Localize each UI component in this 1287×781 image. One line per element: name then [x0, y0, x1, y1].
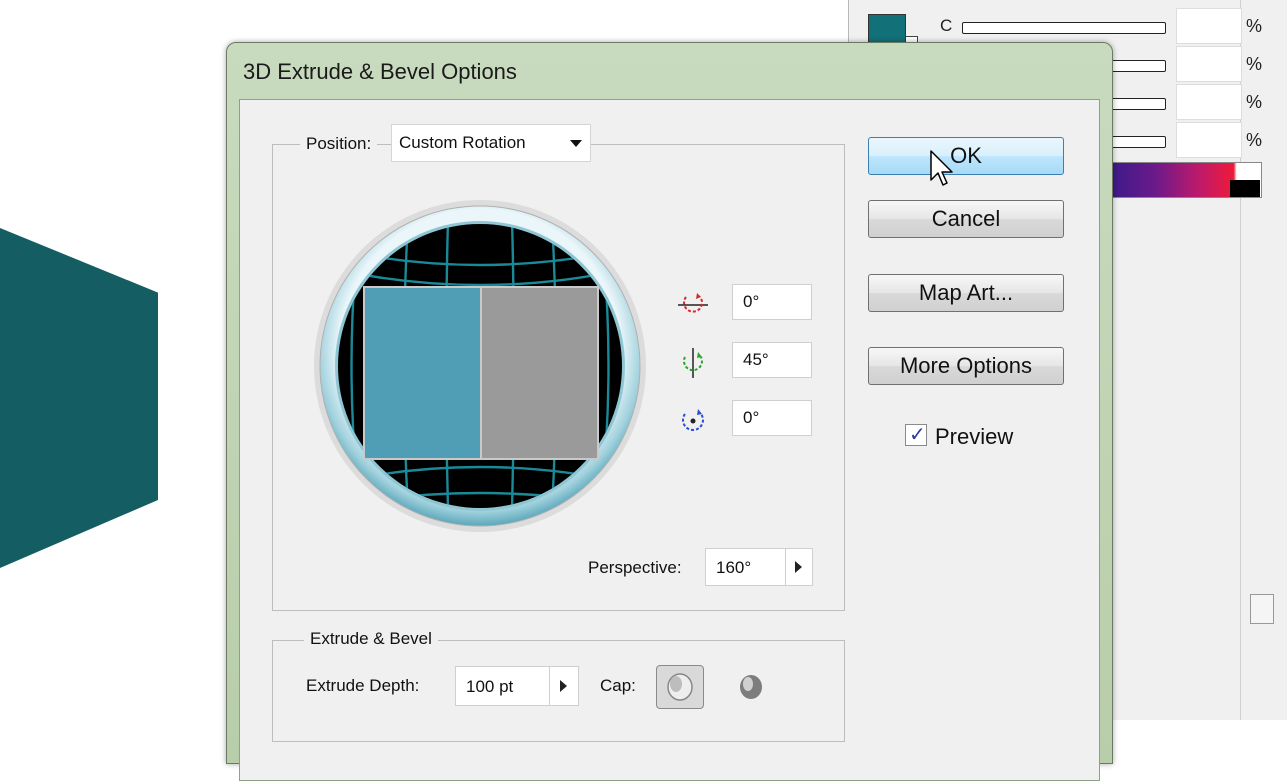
ok-button[interactable]: OK — [868, 137, 1064, 175]
perspective-label: Perspective: — [588, 558, 682, 577]
preview-checkbox[interactable]: ✓ — [905, 424, 927, 446]
yellow-field[interactable] — [1176, 84, 1242, 120]
perspective-field[interactable]: 160° — [705, 548, 813, 586]
percent-sign: % — [1246, 54, 1263, 74]
more-options-button[interactable]: More Options — [868, 347, 1064, 385]
cancel-button[interactable]: Cancel — [868, 200, 1064, 238]
magenta-field[interactable] — [1176, 46, 1242, 82]
cap-label: Cap: — [600, 676, 636, 695]
percent-sign: % — [1246, 92, 1263, 112]
rotate-x-value: 0° — [743, 292, 760, 311]
preview-label: Preview — [935, 424, 1014, 449]
position-label: Position: — [300, 134, 378, 154]
extrude-depth-field[interactable]: 100 pt — [455, 666, 579, 706]
spectrum-black-swatch[interactable] — [1230, 180, 1260, 197]
perspective-value: 160° — [716, 558, 752, 577]
extrude-depth-slider-button[interactable] — [549, 667, 578, 705]
dialog-title: 3D Extrude & Bevel Options — [243, 59, 517, 84]
extrude-bevel-group-label: Extrude & Bevel — [304, 629, 438, 649]
cap-off-button[interactable] — [732, 668, 770, 706]
rotate-z-icon — [676, 404, 710, 438]
position-dropdown[interactable]: Custom Rotation — [391, 124, 591, 162]
cap-off-icon — [740, 675, 762, 699]
chevron-down-icon — [570, 140, 582, 147]
rotate-y-value: 45° — [743, 350, 769, 369]
cap-on-icon — [667, 673, 693, 701]
rotate-y-field[interactable]: 45° — [732, 342, 812, 378]
checkmark-icon: ✓ — [909, 424, 926, 446]
rotate-y-icon — [676, 346, 710, 380]
percent-sign: % — [1246, 130, 1263, 150]
cap-on-button[interactable] — [656, 665, 704, 709]
black-field[interactable] — [1176, 122, 1242, 158]
perspective-slider-button[interactable] — [785, 549, 812, 585]
position-selected: Custom Rotation — [399, 133, 526, 152]
map-art-button[interactable]: Map Art... — [868, 274, 1064, 312]
rotate-z-field[interactable]: 0° — [732, 400, 812, 436]
percent-sign: % — [1246, 16, 1263, 36]
panel-scrollbar-thumb[interactable] — [1250, 594, 1274, 624]
cube-front-face — [363, 286, 482, 460]
cyan-field[interactable] — [1176, 8, 1242, 44]
cyan-slider[interactable] — [962, 22, 1166, 34]
rotate-x-icon — [676, 288, 710, 322]
artwork-shape — [0, 228, 158, 568]
rotate-x-field[interactable]: 0° — [732, 284, 812, 320]
mouse-pointer-icon — [930, 150, 954, 188]
chevron-right-icon — [560, 680, 567, 692]
cube-side-face — [480, 286, 599, 460]
channel-label: C — [940, 16, 953, 35]
rotation-trackball[interactable] — [308, 190, 652, 552]
extrude-depth-value: 100 pt — [466, 677, 514, 696]
extrude-depth-label: Extrude Depth: — [306, 676, 420, 695]
rotate-z-value: 0° — [743, 408, 760, 427]
chevron-right-icon — [795, 561, 802, 573]
